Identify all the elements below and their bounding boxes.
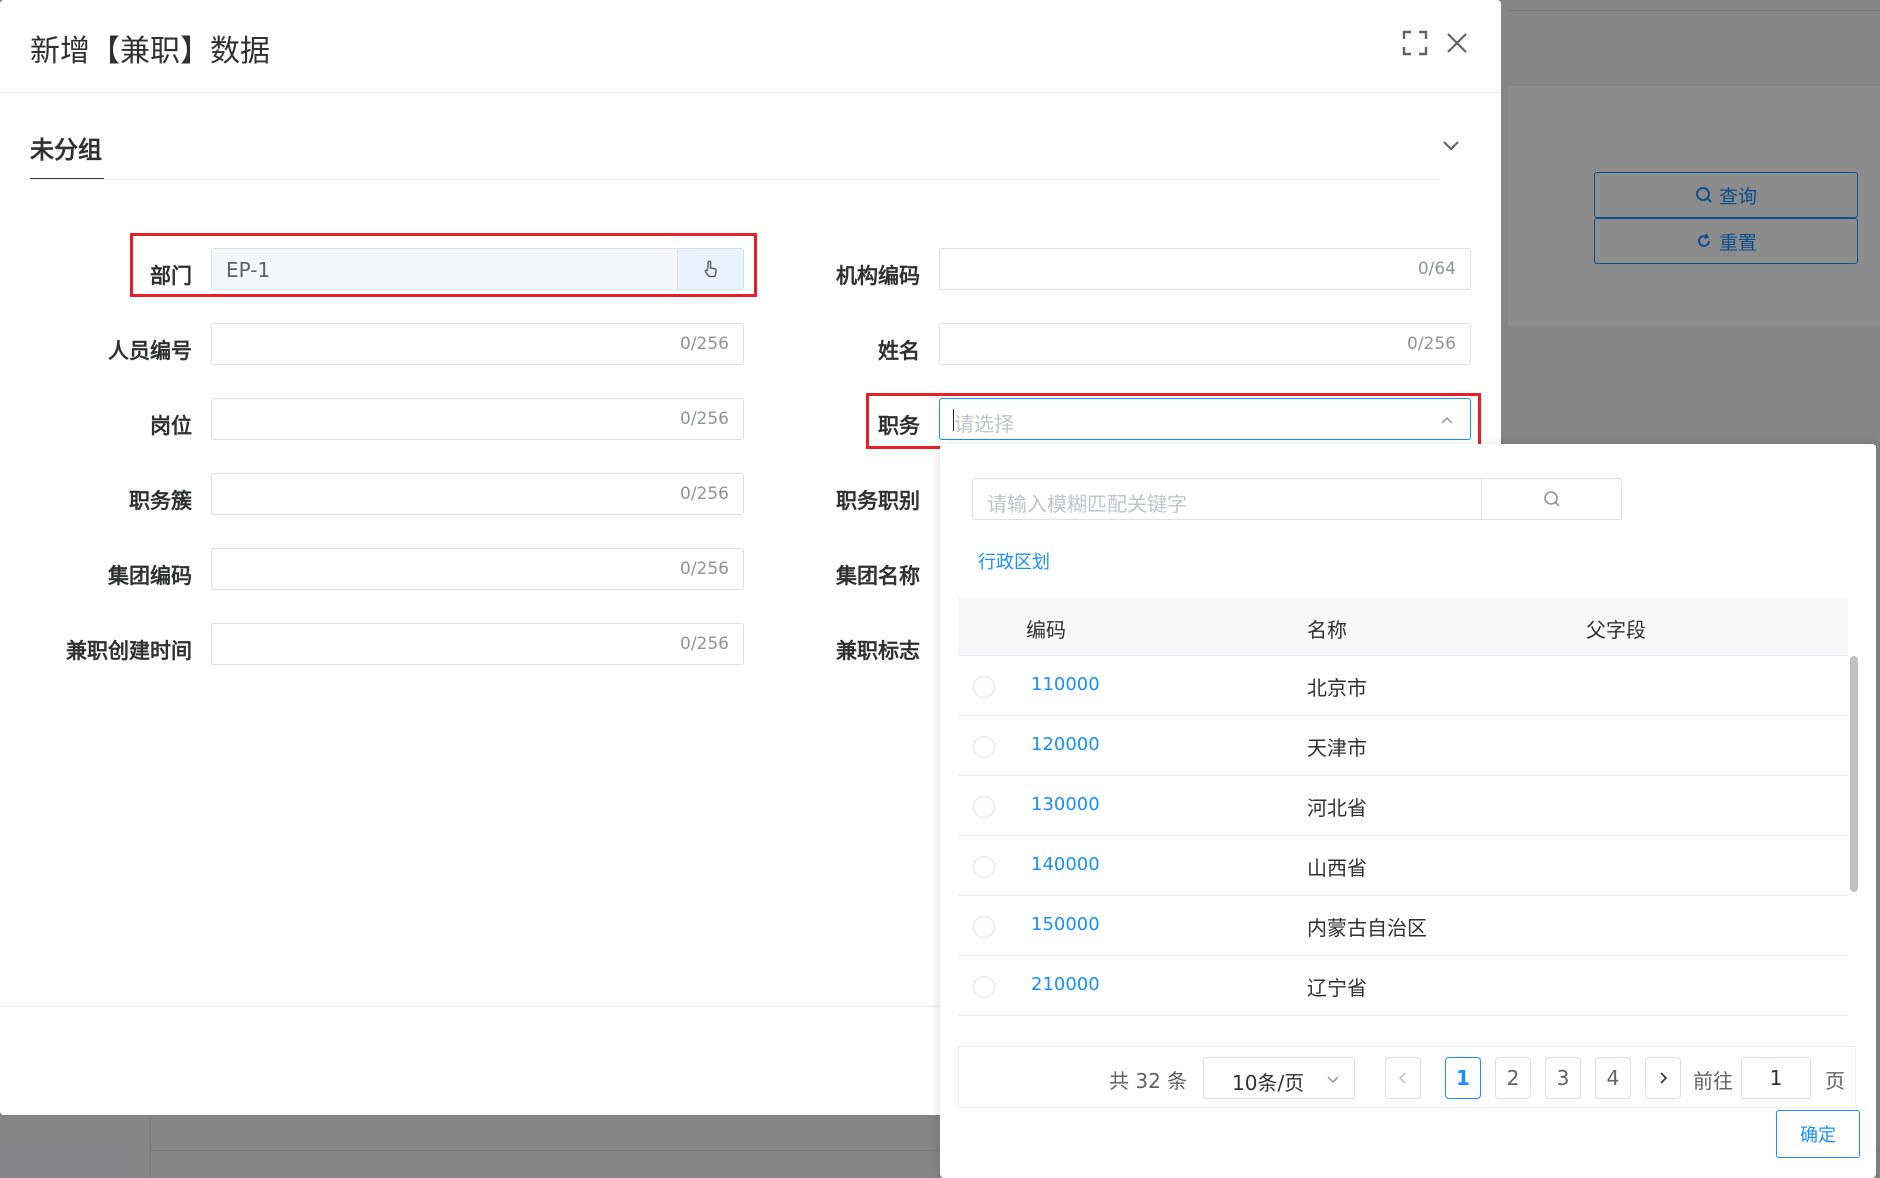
duty-highlight-box — [866, 393, 1481, 449]
group-divider — [30, 179, 1440, 180]
org-code-input[interactable]: 0/64 — [939, 248, 1471, 290]
next-page-button[interactable] — [1645, 1057, 1681, 1099]
row-radio[interactable] — [973, 796, 995, 818]
page-size-select[interactable]: 10条/页 — [1203, 1057, 1355, 1099]
table-row[interactable]: 130000 河北省 — [958, 776, 1848, 836]
tab-administrative-division[interactable]: 行政区划 — [978, 548, 1050, 574]
person-no-input[interactable]: 0/256 — [211, 323, 744, 365]
column-header-name: 名称 — [1307, 618, 1347, 642]
fullscreen-icon[interactable] — [1402, 30, 1428, 56]
table-row[interactable]: 140000 山西省 — [958, 836, 1848, 896]
chevron-down-icon — [1327, 1076, 1339, 1084]
group-name-label: 集团名称 — [836, 564, 920, 588]
name-input[interactable]: 0/256 — [939, 323, 1471, 365]
parttime-flag-label: 兼职标志 — [836, 639, 920, 663]
prev-page-button[interactable] — [1385, 1057, 1421, 1099]
dropdown-search-input[interactable]: 请输入模糊匹配关键字 — [972, 478, 1482, 520]
pagination-total: 共 32 条 — [1109, 1069, 1188, 1093]
table-row[interactable]: 150000 内蒙古自治区 — [958, 896, 1848, 956]
row-radio[interactable] — [973, 676, 995, 698]
pagination: 共 32 条 10条/页 1 2 3 4 前往 1 页 — [958, 1046, 1856, 1108]
department-highlight-box — [130, 233, 757, 297]
dropdown-search-button[interactable] — [1482, 478, 1622, 520]
table-row[interactable]: 120000 天津市 — [958, 716, 1848, 776]
duty-cluster-label: 职务簇 — [129, 489, 192, 513]
row-radio[interactable] — [973, 916, 995, 938]
close-icon[interactable] — [1444, 30, 1470, 56]
group-code-input[interactable]: 0/256 — [211, 548, 744, 590]
group-code-label: 集团编码 — [108, 564, 192, 588]
row-radio[interactable] — [973, 976, 995, 998]
column-header-code: 编码 — [1026, 618, 1066, 642]
chevron-right-icon — [1660, 1072, 1668, 1084]
goto-label: 前往 — [1693, 1069, 1733, 1093]
duty-cluster-input[interactable]: 0/256 — [211, 473, 744, 515]
created-time-label: 兼职创建时间 — [66, 639, 192, 663]
table-header: 编码 名称 父字段 — [958, 598, 1848, 656]
chevron-down-icon[interactable] — [1440, 134, 1462, 156]
table-body: 110000 北京市 120000 天津市 130000 河北省 140000 … — [958, 656, 1848, 1016]
table-scrollbar[interactable] — [1850, 656, 1858, 892]
name-label: 姓名 — [878, 339, 920, 363]
chevron-left-icon — [1398, 1072, 1406, 1084]
page-button-2[interactable]: 2 — [1495, 1057, 1531, 1099]
table-row[interactable]: 110000 北京市 — [958, 656, 1848, 716]
dialog-title: 新增【兼职】数据 — [30, 34, 270, 69]
page-button-4[interactable]: 4 — [1595, 1057, 1631, 1099]
page-button-1[interactable]: 1 — [1445, 1057, 1481, 1099]
goto-unit: 页 — [1825, 1069, 1845, 1093]
post-input[interactable]: 0/256 — [211, 398, 744, 440]
row-radio[interactable] — [973, 856, 995, 878]
table-row[interactable]: 210000 辽宁省 — [958, 956, 1848, 1016]
row-radio[interactable] — [973, 736, 995, 758]
header-divider — [0, 92, 1501, 93]
search-icon — [1543, 491, 1560, 507]
group-title: 未分组 — [30, 136, 102, 164]
page-button-3[interactable]: 3 — [1545, 1057, 1581, 1099]
confirm-button[interactable]: 确定 — [1776, 1110, 1860, 1158]
created-time-input[interactable]: 0/256 — [211, 623, 744, 665]
goto-page-input[interactable]: 1 — [1741, 1057, 1811, 1099]
duty-level-label: 职务职别 — [836, 489, 920, 513]
column-header-parent: 父字段 — [1586, 618, 1646, 642]
org-code-label: 机构编码 — [836, 264, 920, 288]
duty-dropdown-panel: 请输入模糊匹配关键字 行政区划 编码 名称 父字段 110000 北京市 120… — [940, 444, 1876, 1178]
person-no-label: 人员编号 — [108, 339, 192, 363]
post-label: 岗位 — [150, 414, 192, 438]
